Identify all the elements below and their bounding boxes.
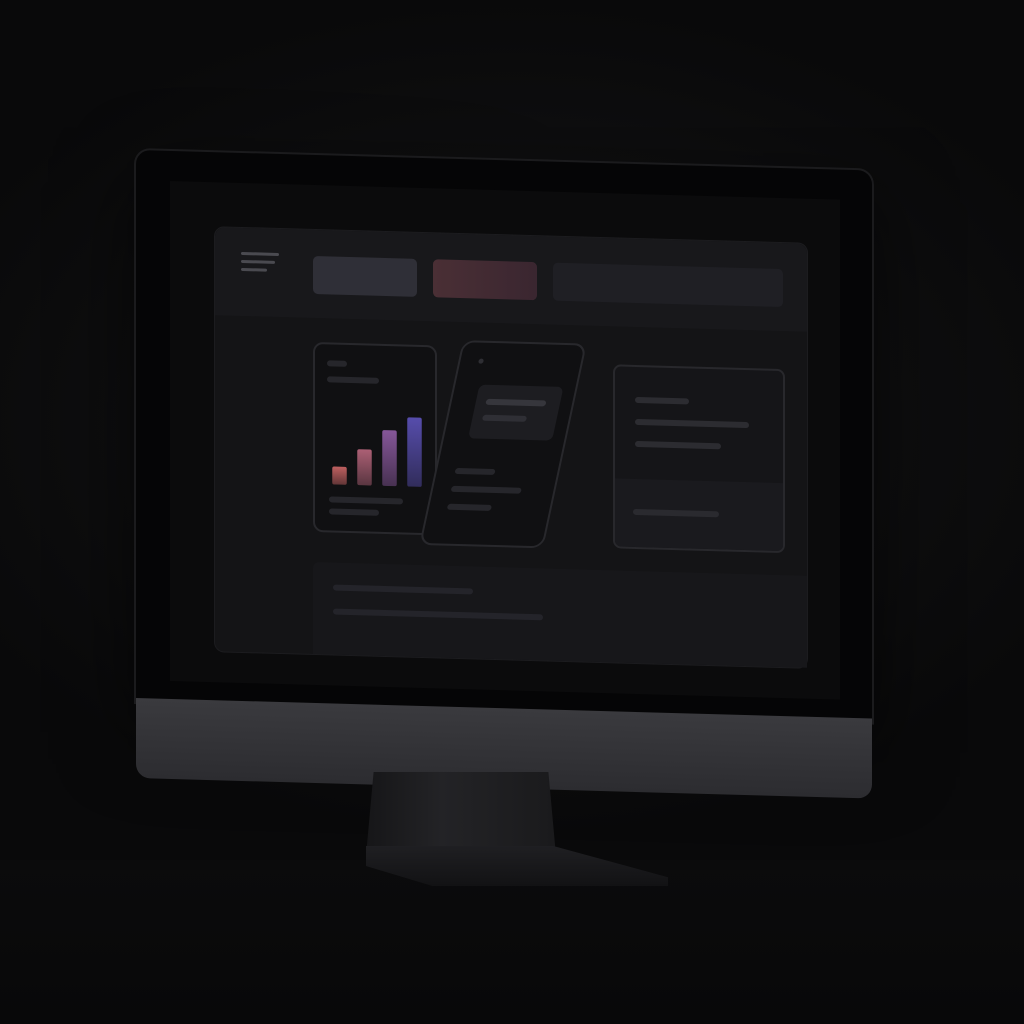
hamburger-menu-icon[interactable] bbox=[241, 251, 279, 279]
panel-line-placeholder bbox=[635, 418, 749, 429]
chart-bar bbox=[357, 449, 372, 486]
chart-card-caption-placeholder bbox=[329, 496, 403, 505]
panel-line-placeholder bbox=[635, 440, 721, 450]
panel-line-placeholder bbox=[635, 396, 689, 405]
chart-bar bbox=[382, 430, 397, 487]
monitor-bezel bbox=[136, 150, 872, 723]
app-topbar bbox=[215, 227, 807, 332]
menu-icon-line bbox=[241, 251, 279, 256]
phone-camera-dot bbox=[478, 358, 485, 364]
panel-footer-line-placeholder bbox=[633, 508, 719, 518]
phone-mockup-card[interactable] bbox=[419, 340, 587, 549]
chart-card-title-placeholder bbox=[327, 360, 347, 367]
monitor-screen bbox=[170, 180, 840, 700]
info-panel-card[interactable] bbox=[613, 364, 785, 554]
chart-card-subtitle-placeholder bbox=[327, 376, 379, 384]
phone-content-block bbox=[468, 384, 564, 441]
phone-line-placeholder bbox=[454, 467, 496, 476]
phone-line-placeholder bbox=[446, 503, 493, 511]
bottom-line-placeholder bbox=[333, 584, 473, 595]
nav-pill-2-active[interactable] bbox=[433, 259, 537, 301]
chart-card-caption-placeholder bbox=[329, 508, 379, 516]
chart-bar bbox=[407, 417, 422, 487]
menu-icon-line bbox=[241, 267, 267, 272]
menu-icon-line bbox=[241, 259, 275, 264]
nav-pill-1[interactable] bbox=[313, 255, 417, 297]
monitor bbox=[136, 150, 872, 799]
chart-bar bbox=[332, 466, 347, 485]
phone-line-placeholder bbox=[450, 485, 522, 494]
search-bar[interactable] bbox=[553, 262, 783, 308]
scene bbox=[0, 0, 1024, 1024]
bottom-content-card[interactable] bbox=[313, 561, 807, 668]
phone-line-placeholder bbox=[485, 398, 547, 407]
app-window bbox=[214, 226, 808, 669]
chart-card[interactable] bbox=[313, 341, 437, 536]
panel-footer bbox=[615, 478, 783, 552]
phone-line-placeholder bbox=[481, 414, 528, 422]
bar-chart bbox=[332, 417, 422, 487]
bottom-line-placeholder bbox=[333, 608, 543, 621]
